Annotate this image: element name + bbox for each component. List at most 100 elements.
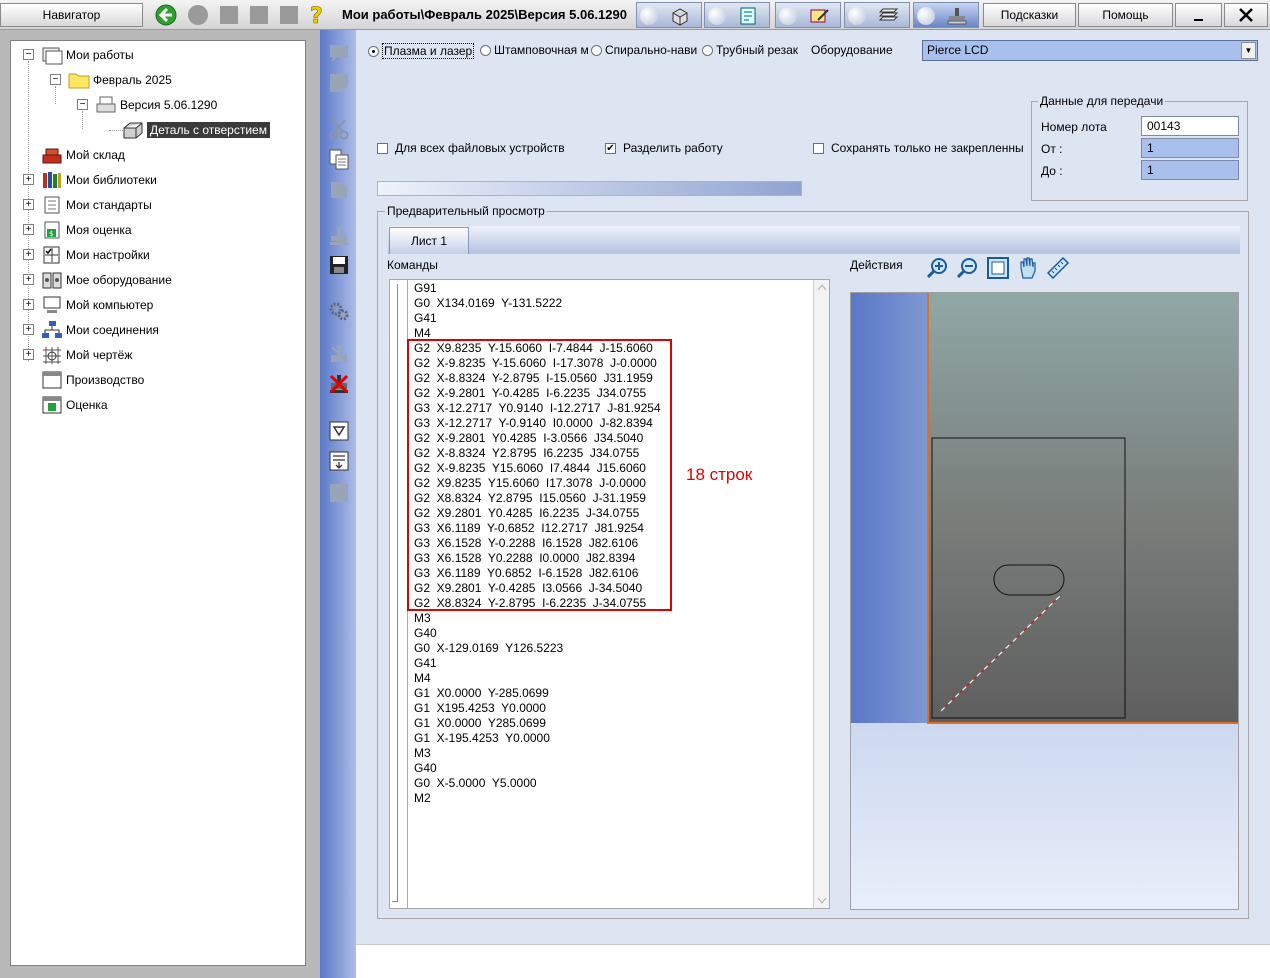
from-label: От : — [1041, 142, 1063, 156]
from-field[interactable]: 1 — [1141, 138, 1239, 158]
part-cube-icon — [123, 122, 143, 139]
delete-machine-icon[interactable] — [328, 373, 350, 395]
lot-number-field[interactable]: 00143 — [1141, 116, 1239, 136]
standards-document-icon — [44, 196, 60, 214]
help-button[interactable]: Помощь — [1078, 3, 1173, 27]
scroll-down-icon[interactable] — [817, 897, 827, 905]
command-line[interactable]: G1 X0.0000 Y285.0699 — [414, 716, 546, 731]
back-arrow-icon[interactable] — [155, 4, 177, 26]
mode-button-part[interactable] — [636, 2, 702, 28]
minimize-button[interactable] — [1175, 3, 1222, 27]
fit-to-window-icon[interactable] — [986, 256, 1010, 280]
command-line[interactable]: G41 — [414, 311, 437, 326]
radio-plasma-laser[interactable]: Плазма и лазер — [368, 43, 475, 59]
preview-canvas — [851, 293, 1238, 909]
tree-item-my-libraries[interactable]: Мои библиотеки — [41, 169, 157, 191]
mode-button-sheets[interactable] — [844, 2, 910, 28]
command-line[interactable]: G1 X-195.4253 Y0.0000 — [414, 731, 550, 746]
tree-item-version[interactable]: Версия 5.06.1290 — [95, 94, 217, 116]
close-button[interactable] — [1224, 3, 1268, 27]
checkbox-save-unfixed-only[interactable]: Сохранять только не закрепленны — [813, 141, 1024, 155]
filter-down-icon[interactable] — [328, 420, 350, 442]
command-line[interactable]: M2 — [414, 791, 431, 806]
command-line[interactable]: G1 X195.4253 Y0.0000 — [414, 701, 546, 716]
tree-item-estimate[interactable]: Оценка — [41, 394, 108, 416]
export-list-icon[interactable] — [328, 450, 350, 472]
machine-disabled-icon[interactable] — [328, 225, 350, 247]
command-line[interactable]: G0 X-129.0169 Y126.5223 — [414, 641, 563, 656]
part-preview-viewport[interactable] — [850, 292, 1239, 910]
tree-item-february-2025[interactable]: Февраль 2025 — [68, 69, 172, 91]
radio-stamping[interactable]: Штамповочная м — [480, 43, 589, 57]
navigator-button[interactable]: Навигатор — [0, 3, 143, 27]
mode-button-output[interactable] — [913, 2, 979, 28]
scroll-up-icon[interactable] — [817, 283, 827, 291]
measure-ruler-icon[interactable] — [1046, 256, 1070, 280]
expand-toggle[interactable]: + — [23, 349, 34, 360]
commands-scrollbar[interactable] — [813, 280, 829, 908]
copy-icon[interactable] — [328, 148, 350, 170]
tree-item-my-jobs[interactable]: Мои работы — [41, 44, 134, 66]
checkbox-label: Разделить работу — [623, 141, 723, 155]
radio-spiral[interactable]: Спирально-нави — [591, 43, 697, 57]
command-line[interactable]: M3 — [414, 746, 431, 761]
command-line[interactable]: M3 — [414, 611, 431, 626]
command-line[interactable]: G1 X0.0000 Y-285.0699 — [414, 686, 549, 701]
drawing-icon — [740, 7, 756, 25]
expand-toggle[interactable]: + — [23, 224, 34, 235]
command-line[interactable]: G41 — [414, 656, 437, 671]
command-line[interactable]: G40 — [414, 626, 437, 641]
tree-item-production[interactable]: Производство — [41, 369, 144, 391]
tree-item-label: Мое оборудование — [66, 273, 172, 287]
to-field[interactable]: 1 — [1141, 160, 1239, 180]
tree-item-my-estimate[interactable]: $ Моя оценка — [41, 219, 132, 241]
hints-button[interactable]: Подсказки — [983, 3, 1076, 27]
expand-toggle[interactable]: + — [23, 299, 34, 310]
chevron-down-icon[interactable]: ▼ — [1241, 42, 1256, 59]
expand-toggle[interactable]: + — [23, 249, 34, 260]
pan-hand-icon[interactable] — [1016, 256, 1040, 280]
tree-item-part-with-hole[interactable]: Деталь с отверстием — [122, 119, 270, 141]
tree-item-my-drawing[interactable]: Мой чертёж — [41, 344, 132, 366]
tree-item-label: Мои стандарты — [66, 198, 152, 212]
command-line[interactable]: M4 — [414, 671, 431, 686]
equipment-select[interactable]: Pierce LCD ▼ — [922, 40, 1258, 61]
zoom-in-icon[interactable] — [926, 256, 950, 280]
note-icon[interactable] — [328, 72, 350, 94]
command-line[interactable]: G40 — [414, 761, 437, 776]
close-icon — [1239, 8, 1253, 22]
comment-icon[interactable] — [328, 42, 350, 64]
tree-item-my-computer[interactable]: Мой компьютер — [41, 294, 153, 316]
tree-item-my-connections[interactable]: Мои соединения — [41, 319, 159, 341]
zoom-out-icon[interactable] — [956, 256, 980, 280]
checkbox-all-file-devices[interactable]: Для всех файловых устройств — [377, 141, 565, 155]
paste-icon[interactable] — [328, 178, 350, 200]
tree-item-my-standards[interactable]: Мои стандарты — [41, 194, 152, 216]
help-question-icon[interactable]: ? — [306, 4, 328, 26]
expand-toggle[interactable]: + — [23, 199, 34, 210]
remove-machine-icon[interactable] — [328, 343, 350, 365]
settings-gears-icon[interactable] — [328, 300, 350, 322]
tree-item-my-equipment[interactable]: Мое оборудование — [41, 269, 172, 291]
disabled-square-icon — [250, 6, 268, 24]
tree-item-my-settings[interactable]: Мои настройки — [41, 244, 150, 266]
command-line[interactable]: G91 — [414, 281, 437, 296]
cut-scissors-icon[interactable] — [328, 118, 350, 140]
expand-toggle[interactable]: + — [23, 274, 34, 285]
mode-button-edit[interactable] — [775, 2, 841, 28]
command-line[interactable]: G0 X-5.0000 Y5.0000 — [414, 776, 537, 791]
command-line[interactable]: G0 X134.0169 Y-131.5222 — [414, 296, 562, 311]
expand-toggle[interactable]: + — [23, 324, 34, 335]
tab-sheet-1[interactable]: Лист 1 — [389, 227, 469, 254]
save-floppy-icon[interactable] — [328, 254, 350, 276]
collapse-toggle[interactable]: − — [50, 74, 61, 85]
mode-button-drawing[interactable] — [704, 2, 770, 28]
collapse-toggle[interactable]: − — [77, 99, 88, 110]
folder-icon — [68, 73, 90, 89]
expand-toggle[interactable]: + — [23, 174, 34, 185]
tree-item-my-warehouse[interactable]: Мой склад — [41, 144, 125, 166]
checkbox-split-job[interactable]: ✔ Разделить работу — [605, 141, 723, 155]
radio-tube-cutter[interactable]: Трубный резак — [702, 43, 798, 57]
collapse-toggle[interactable]: − — [23, 49, 34, 60]
tree-item-label: Мои настройки — [66, 248, 150, 262]
